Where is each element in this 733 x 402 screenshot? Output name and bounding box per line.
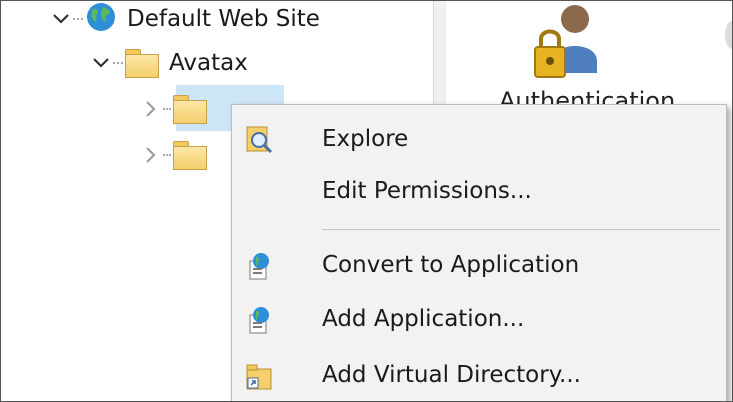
tree-connector — [113, 62, 123, 64]
context-menu: Explore Edit Permissions... Convert to A… — [231, 104, 727, 401]
tree-node-avatax[interactable]: Avatax — [91, 43, 248, 83]
tree-node-child[interactable] — [141, 135, 217, 175]
menu-item-explore[interactable]: Explore — [232, 113, 726, 165]
tree-node-default-web-site[interactable]: Default Web Site — [51, 1, 320, 39]
menu-separator — [322, 229, 720, 230]
tree-node-label: Avatax — [169, 50, 248, 76]
menu-item-label: Convert to Application — [322, 252, 580, 278]
globe-icon — [85, 1, 117, 37]
tree-node-label: Default Web Site — [127, 6, 320, 32]
chevron-down-icon[interactable] — [91, 53, 111, 73]
chevron-right-icon[interactable] — [141, 99, 161, 119]
menu-item-label: Add Virtual Directory... — [322, 362, 581, 388]
tree-connector — [163, 154, 171, 156]
folder-icon — [173, 95, 207, 124]
chevron-right-icon[interactable] — [141, 145, 161, 165]
tree-connector — [73, 18, 83, 20]
add-application-icon — [244, 305, 274, 335]
menu-item-edit-permissions[interactable]: Edit Permissions... — [232, 165, 726, 217]
menu-item-label: Explore — [322, 126, 409, 152]
menu-item-convert-to-application[interactable]: Convert to Application — [232, 239, 726, 291]
add-virtual-directory-icon — [244, 361, 274, 391]
tree-node-child-selected[interactable] — [141, 89, 217, 129]
folder-icon — [173, 141, 207, 170]
menu-item-label: Edit Permissions... — [322, 178, 532, 204]
explore-icon — [244, 125, 274, 155]
menu-item-add-virtual-directory[interactable]: Add Virtual Directory... — [232, 349, 726, 401]
convert-application-icon — [244, 251, 274, 281]
iis-manager-window: Default Web Site Avatax Authentication E… — [0, 0, 733, 402]
menu-item-label: Add Application... — [322, 306, 525, 332]
folder-icon — [125, 49, 159, 78]
menu-item-add-application[interactable]: Add Application... — [232, 293, 726, 345]
tree-connector — [163, 108, 171, 110]
partial-icon — [725, 21, 732, 49]
authentication-icon[interactable] — [531, 3, 597, 83]
chevron-down-icon[interactable] — [51, 9, 71, 29]
